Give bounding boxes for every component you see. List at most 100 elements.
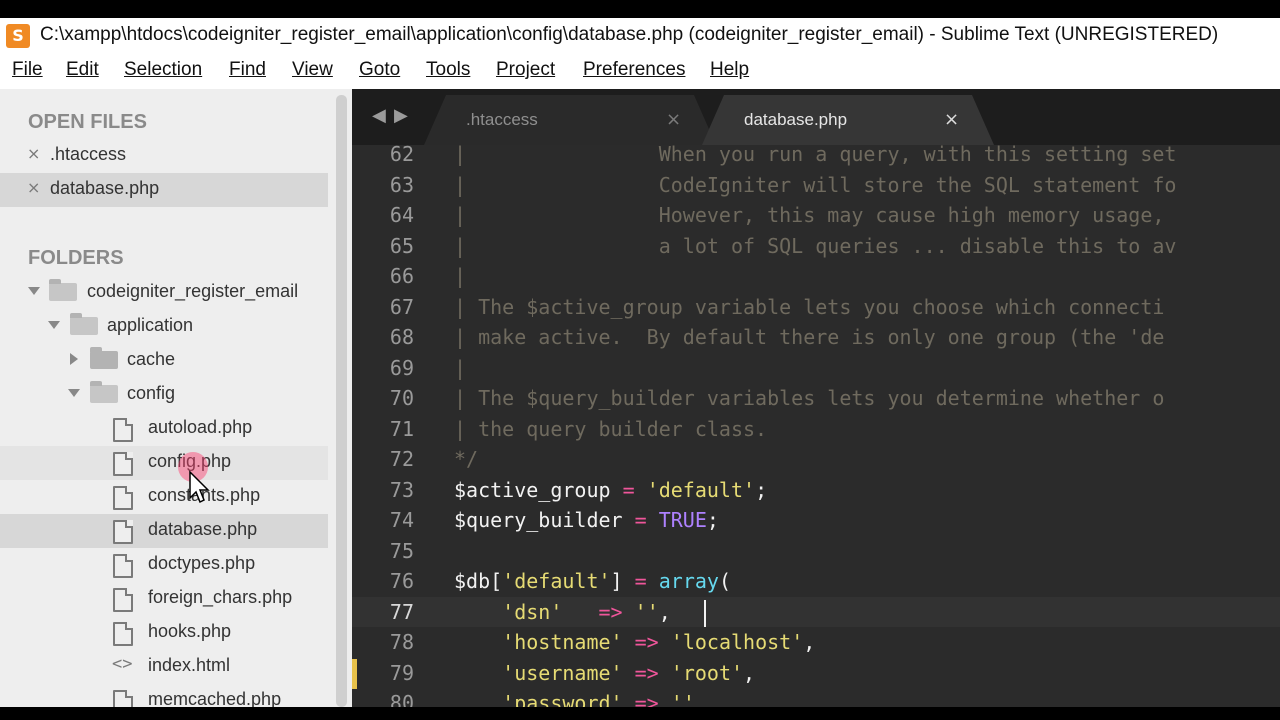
tree-folder-cache[interactable]: cache — [0, 344, 328, 378]
line-number: 63 — [389, 172, 414, 197]
code-line[interactable]: 80 'password' => '', — [352, 688, 1280, 707]
tab-htaccess[interactable]: .htaccess × — [424, 95, 716, 145]
tab-database[interactable]: database.php × — [702, 95, 994, 145]
menu-file[interactable]: File — [12, 59, 43, 81]
file-icon — [113, 622, 133, 646]
code-token: 'default' — [646, 477, 756, 502]
tree-file-index-html[interactable]: <> index.html — [0, 650, 328, 684]
code-file-icon: <> — [112, 654, 133, 674]
tree-item-label: memcached.php — [148, 689, 282, 707]
window-title: C:\xampp\htdocs\codeigniter_register_ema… — [40, 24, 1219, 45]
code-line[interactable]: 70 | The $query_builder variables lets yo… — [352, 383, 1280, 414]
code-line[interactable]: 78 'hostname' => 'localhost', — [352, 627, 1280, 658]
menu-view[interactable]: View — [292, 59, 333, 81]
tab-nav-right-icon[interactable]: ▶ — [394, 105, 408, 126]
tree-folder-application[interactable]: application — [0, 310, 328, 344]
menu-tools[interactable]: Tools — [426, 59, 470, 81]
code-line[interactable]: 72 */ — [352, 444, 1280, 475]
tree-file-database[interactable]: database.php — [0, 514, 328, 548]
tree-item-label: doctypes.php — [148, 553, 256, 573]
code-line[interactable]: 65 | a lot of SQL queries ... disable thi… — [352, 231, 1280, 262]
code-line[interactable]: 74 $query_builder = TRUE; — [352, 505, 1280, 536]
code-token: | — [454, 264, 467, 288]
code-line[interactable]: 76 $db['default'] = array( — [352, 566, 1280, 597]
tree-folder-config[interactable]: config — [0, 378, 328, 412]
close-icon[interactable]: × — [27, 144, 40, 163]
code-line[interactable]: 73 $active_group = 'default'; — [352, 475, 1280, 506]
menu-find[interactable]: Find — [229, 59, 266, 81]
code-text: | a lot of SQL queries ... disable this … — [454, 234, 1176, 258]
tree-file-foreign-chars[interactable]: foreign_chars.php — [0, 582, 328, 616]
tree-file-memcached[interactable]: memcached.php — [0, 684, 328, 707]
open-file-database[interactable]: × database.php — [0, 173, 328, 207]
code-line[interactable]: 75 — [352, 536, 1280, 567]
tree-file-hooks[interactable]: hooks.php — [0, 616, 328, 650]
code-line[interactable]: 66 | — [352, 261, 1280, 292]
line-number: 77 — [389, 599, 414, 624]
menu-project[interactable]: Project — [496, 59, 555, 81]
code-token: 'root' — [670, 660, 744, 685]
tab-nav-left-icon[interactable]: ◀ — [372, 105, 386, 126]
tree-file-config[interactable]: config.php — [0, 446, 328, 480]
chevron-down-icon[interactable] — [48, 321, 60, 329]
code-line[interactable]: 69 | — [352, 353, 1280, 384]
code-token: , — [694, 691, 707, 707]
code-token: | a lot of SQL queries ... disable this … — [454, 233, 1177, 258]
file-icon — [113, 418, 133, 442]
code-line[interactable]: 67 | The $active_group variable lets you … — [352, 292, 1280, 323]
code-token: TRUE — [658, 508, 707, 532]
close-icon[interactable]: × — [27, 178, 40, 197]
code-text: | the query builder class. — [454, 417, 767, 441]
open-file-label: database.php — [50, 178, 160, 198]
close-icon[interactable]: × — [666, 109, 681, 130]
code-token: => — [634, 630, 659, 654]
menu-edit[interactable]: Edit — [66, 59, 99, 81]
file-icon — [113, 554, 133, 578]
code-line[interactable]: 71 | the query builder class. — [352, 414, 1280, 445]
code-token: , — [658, 599, 671, 624]
chevron-down-icon[interactable] — [68, 389, 80, 397]
menu-goto[interactable]: Goto — [359, 59, 400, 81]
close-icon[interactable]: × — [944, 109, 959, 130]
code-line[interactable]: 64 | However, this may cause high memory … — [352, 200, 1280, 231]
tree-file-doctypes[interactable]: doctypes.php — [0, 548, 328, 582]
code-line[interactable]: 79 'username' => 'root', — [352, 658, 1280, 689]
line-number: 73 — [389, 477, 414, 502]
code-token: = — [622, 477, 635, 502]
code-line[interactable]: 63 | CodeIgniter will store the SQL state… — [352, 170, 1280, 201]
code-text: $query_builder = TRUE; — [454, 508, 719, 532]
file-icon — [113, 588, 133, 612]
code-area[interactable]: 62 | When you run a query, with this sett… — [352, 139, 1280, 707]
tree-file-autoload[interactable]: autoload.php — [0, 412, 328, 446]
code-line[interactable]: 62 | When you run a query, with this sett… — [352, 139, 1280, 170]
code-line[interactable]: 68 | make active. By default there is onl… — [352, 322, 1280, 353]
code-line[interactable]: 77 'dsn' => '', — [352, 596, 1280, 627]
menu-help[interactable]: Help — [710, 59, 749, 81]
menu-preferences[interactable]: Preferences — [583, 59, 685, 81]
code-text: */ — [454, 447, 478, 471]
code-text: | However, this may cause high memory us… — [454, 203, 1176, 227]
tree-file-constants[interactable]: constants.php — [0, 480, 328, 514]
chevron-down-icon[interactable] — [28, 287, 40, 295]
line-number: 65 — [389, 233, 414, 258]
menu-selection[interactable]: Selection — [124, 59, 202, 81]
chevron-right-icon[interactable] — [70, 353, 78, 365]
editor-pane: ◀ ▶ .htaccess × database.php × 62 | When … — [352, 89, 1280, 707]
open-file-htaccess[interactable]: × .htaccess — [0, 139, 328, 173]
tree-item-label: hooks.php — [148, 621, 232, 641]
sidebar-scrollbar[interactable] — [336, 95, 347, 707]
line-number: 62 — [389, 142, 414, 166]
line-number: 69 — [389, 355, 414, 380]
code-token: 'dsn' — [502, 599, 563, 624]
tree-folder-codeigniter-register-email[interactable]: codeigniter_register_email — [0, 276, 328, 310]
code-token: => — [634, 691, 659, 707]
code-token: 'localhost' — [670, 630, 804, 654]
